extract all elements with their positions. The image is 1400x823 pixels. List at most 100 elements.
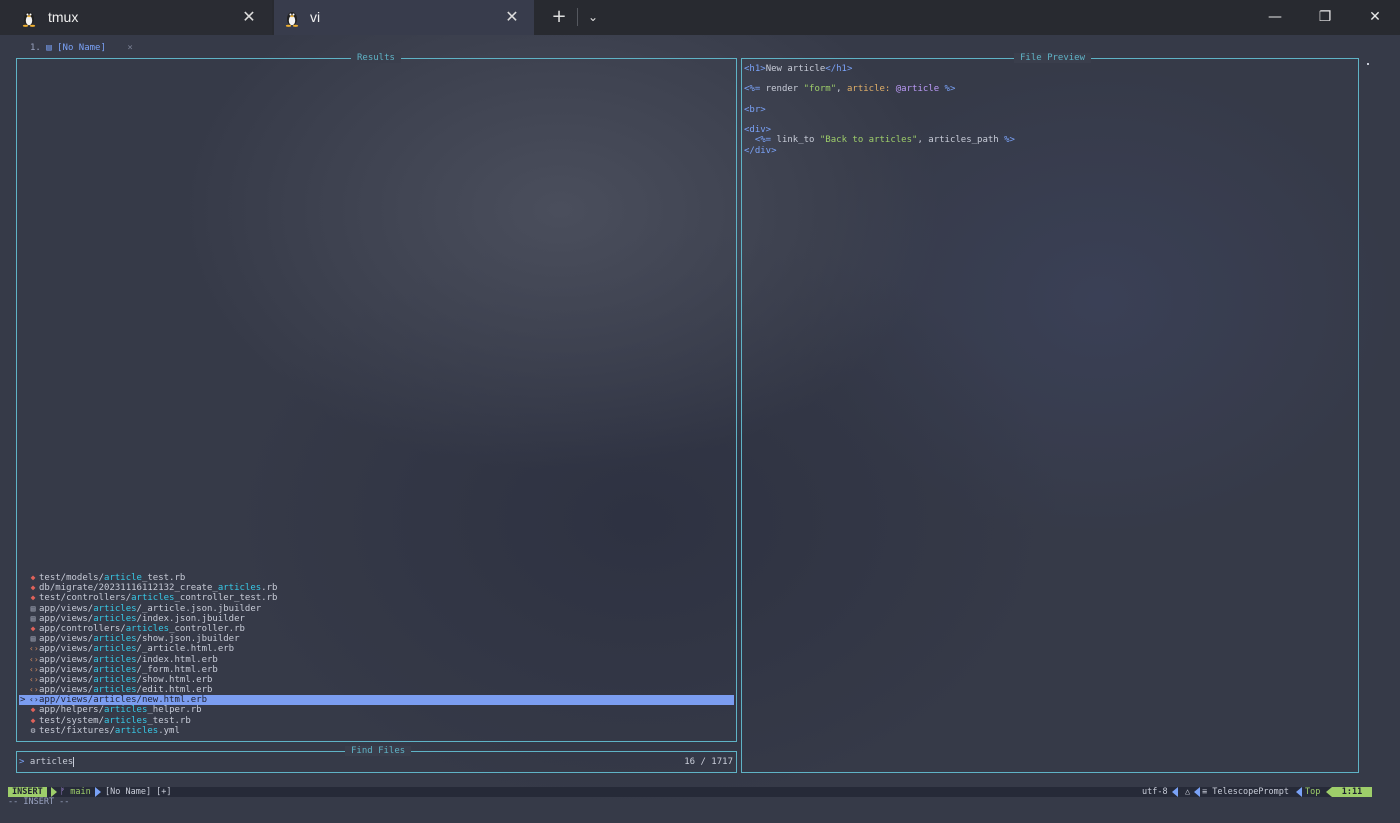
tab-tmux[interactable]: tmux ✕ <box>0 0 272 35</box>
result-path-suffix: /show.html.erb <box>136 674 213 685</box>
result-item[interactable]: ◆ test/controllers/articles_controller_te… <box>19 593 734 603</box>
result-item[interactable]: ◆ test/system/articles_test.rb <box>19 716 734 726</box>
result-path-suffix: .rb <box>261 583 278 594</box>
close-window-button[interactable]: ✕ <box>1352 0 1398 35</box>
result-path-suffix: _controller_test.rb <box>174 593 278 604</box>
erb-file-icon: ‹› <box>29 664 39 674</box>
file-format-icon: △ <box>1185 787 1191 797</box>
result-item[interactable]: ‹› app/views/articles/edit.html.erb <box>19 685 734 695</box>
result-path: app/views/ <box>39 644 94 655</box>
result-path-suffix: _test.rb <box>141 573 186 583</box>
close-tab-icon[interactable]: ✕ <box>504 9 520 25</box>
code-token: render <box>760 84 804 95</box>
result-item[interactable]: ⚙ test/fixtures/articles.yml <box>19 726 734 736</box>
result-path: app/views/ <box>39 664 94 675</box>
result-item[interactable]: ▤ app/views/articles/index.json.jbuilder <box>19 614 734 624</box>
search-input[interactable]: > articles <box>19 757 75 767</box>
result-item[interactable]: ‹› app/views/articles/_form.html.erb <box>19 665 734 675</box>
prompt-prefix: > <box>19 757 25 767</box>
result-path-suffix: /_article.html.erb <box>136 644 235 655</box>
match-highlight: articles <box>93 603 137 614</box>
code-token: article: <box>846 84 891 95</box>
match-highlight: articles <box>93 613 137 624</box>
code-line: <%= link_to "Back to articles", articles… <box>744 135 1015 145</box>
terminal[interactable]: 1. ▤ [No Name] × Results ◆ test/models/ar… <box>0 35 1400 823</box>
match-highlight: articles <box>114 725 159 736</box>
result-item[interactable]: ◆ test/models/article_test.rb <box>19 573 734 583</box>
match-highlight: articles <box>93 695 137 706</box>
result-item[interactable]: > ‹› app/views/articles/new.html.erb <box>19 695 734 706</box>
code-token: </h1> <box>825 64 853 74</box>
result-path: app/helpers/ <box>39 705 105 716</box>
preview-panel: File Preview <h1>New article</h1> <%= ren… <box>741 53 1359 773</box>
new-tab-button[interactable]: + <box>548 7 570 27</box>
separator-arrow <box>51 787 57 797</box>
match-highlight: articles <box>104 705 148 716</box>
result-path-suffix: _controller.rb <box>169 623 245 634</box>
result-path: app/views/ <box>39 603 94 614</box>
separator-arrow <box>1194 787 1200 797</box>
ruby-file-icon: ◆ <box>30 573 36 582</box>
erb-file-icon: ‹› <box>29 674 39 684</box>
erb-file-icon: ‹› <box>29 654 39 664</box>
result-item[interactable]: ▤ app/views/articles/show.json.jbuilder <box>19 634 734 644</box>
results-title: Results <box>351 53 401 63</box>
results-list: ◆ test/models/article_test.rb ◆ db/migrate/… <box>19 573 734 736</box>
result-path-suffix: /edit.html.erb <box>136 685 213 696</box>
statusline: INSERT ᚠ main [No Name] [+] utf-8 △ ≡ Te… <box>8 787 1372 797</box>
result-item[interactable]: ▤ app/views/articles/_article.json.jbuild… <box>19 604 734 614</box>
text-cursor <box>73 757 75 767</box>
code-token: <%= <box>754 135 772 146</box>
branch-name: main <box>70 787 91 797</box>
close-buffer-icon[interactable]: × <box>127 43 132 53</box>
code-token: %> <box>1004 135 1015 146</box>
linux-penguin-icon <box>285 12 299 27</box>
chevron-down-icon[interactable]: ⌄ <box>584 7 602 27</box>
result-item[interactable]: ◆ app/controllers/articles_controller.rb <box>19 624 734 634</box>
result-path: test/fixtures/ <box>39 725 115 736</box>
code-line: <div> <box>744 125 1015 135</box>
close-tab-icon[interactable]: ✕ <box>241 9 257 25</box>
code-token: @article <box>895 84 940 95</box>
results-panel: Results ◆ test/models/article_test.rb ◆ db/… <box>16 53 737 742</box>
yml-file-icon: ⚙ <box>30 725 36 735</box>
title-bar: tmux ✕ vi ✕ + ⌄ — ❐ ✕ <box>0 0 1400 35</box>
match-highlight: article <box>104 573 142 583</box>
result-item[interactable]: ◆ app/helpers/articles_helper.rb <box>19 705 734 715</box>
separator-arrow <box>95 787 101 797</box>
code-token: %> <box>944 84 956 95</box>
erb-file-icon: ‹› <box>29 644 39 654</box>
prompt-panel: Find Files > articles 16 / 1717 <box>16 746 737 773</box>
result-item[interactable]: ‹› app/views/articles/index.html.erb <box>19 655 734 665</box>
code-token: <div> <box>744 125 772 136</box>
restore-button[interactable]: ❐ <box>1302 0 1348 35</box>
ruby-file-icon: ◆ <box>30 583 36 593</box>
result-item[interactable]: ◆ db/migrate/20231116112132_create_articl… <box>19 583 734 593</box>
tab-vi[interactable]: vi ✕ <box>274 0 534 35</box>
document-icon: ▤ <box>46 43 52 53</box>
cursor-location: 1:11 <box>1332 787 1372 797</box>
match-highlight: articles <box>131 593 175 604</box>
result-path-suffix: /_article.json.jbuilder <box>136 603 262 614</box>
result-path: db/migrate/20231116112132_create_ <box>39 583 218 594</box>
ruby-file-icon: ◆ <box>30 623 36 633</box>
file-encoding: utf-8 <box>1142 787 1168 797</box>
result-path: test/system/ <box>39 715 105 726</box>
code-token: <%= <box>744 84 761 95</box>
match-highlight: articles <box>125 623 170 634</box>
result-path: app/views/ <box>39 654 94 665</box>
erb-file-icon: ‹› <box>29 685 39 695</box>
code-token: link_to <box>771 135 820 146</box>
minimize-button[interactable]: — <box>1252 0 1298 35</box>
code-line: <br> <box>744 105 1015 115</box>
result-path-suffix: .yml <box>158 725 180 736</box>
result-item[interactable]: ‹› app/views/articles/_article.html.erb <box>19 644 734 654</box>
tab-separator <box>577 8 578 26</box>
match-highlight: articles <box>93 654 137 665</box>
match-highlight: articles <box>93 644 137 655</box>
result-item[interactable]: ‹› app/views/articles/show.html.erb <box>19 675 734 685</box>
linux-penguin-icon <box>22 12 36 27</box>
buffer-tab[interactable]: 1. ▤ [No Name] × <box>30 43 133 53</box>
